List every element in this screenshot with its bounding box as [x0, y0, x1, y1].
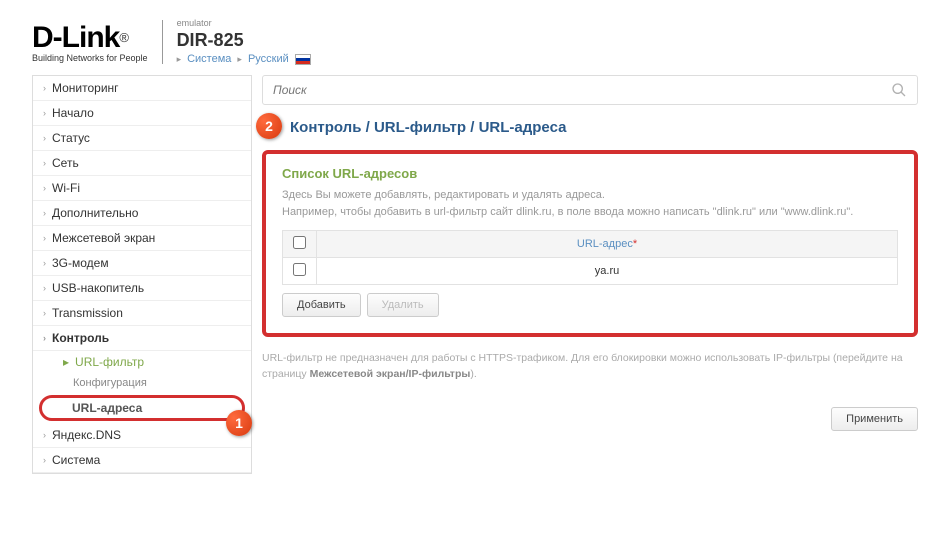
sidebar-sub-url-filter[interactable]: ▸URL-фильтр — [33, 351, 251, 373]
flag-ru-icon — [295, 54, 311, 65]
annotation-marker-1: 1 — [226, 410, 252, 436]
sidebar-item-firewall[interactable]: ›Межсетевой экран — [33, 226, 251, 251]
firewall-link[interactable]: Межсетевой экран/IP-фильтры — [310, 368, 471, 380]
url-cell: ya.ru — [317, 258, 898, 285]
chevron-icon: › — [43, 455, 46, 465]
model-block: emulator DIR-825 ▸ Система ▸ Русский — [177, 18, 311, 65]
select-all-checkbox[interactable] — [293, 236, 306, 249]
chevron-icon: › — [43, 283, 46, 293]
annotation-marker-2: 2 — [256, 113, 282, 139]
sidebar-item-start[interactable]: ›Начало — [33, 101, 251, 126]
panel-title: Список URL-адресов — [282, 166, 898, 181]
chevron-icon: › — [43, 233, 46, 243]
logo-reg: ® — [119, 30, 129, 45]
sidebar-item-3g[interactable]: ›3G-модем — [33, 251, 251, 276]
chevron-icon: › — [43, 258, 46, 268]
emulator-label: emulator — [177, 18, 311, 28]
sidebar-sub-url-addresses[interactable]: URL-адреса 1 — [39, 395, 245, 421]
add-button[interactable]: Добавить — [282, 293, 361, 317]
row-checkbox[interactable] — [293, 263, 306, 276]
header: D-Link® Building Networks for People emu… — [0, 0, 950, 75]
chevron-right-icon: ▸ — [177, 54, 182, 65]
language-link[interactable]: Русский — [248, 53, 289, 65]
url-list-panel: Список URL-адресов Здесь Вы можете добав… — [262, 150, 918, 337]
sidebar-item-advanced[interactable]: ›Дополнительно — [33, 201, 251, 226]
chevron-icon: › — [43, 158, 46, 168]
sidebar-item-network[interactable]: ›Сеть — [33, 151, 251, 176]
chevron-icon: › — [43, 108, 46, 118]
apply-button[interactable]: Применить — [831, 407, 918, 431]
sidebar-item-monitoring[interactable]: ›Мониторинг — [33, 76, 251, 101]
chevron-icon: › — [43, 83, 46, 93]
sidebar-item-control[interactable]: ›Контроль — [33, 326, 251, 351]
sidebar: ›Мониторинг ›Начало ›Статус ›Сеть ›Wi-Fi… — [32, 75, 252, 474]
url-column-header: URL-адрес — [577, 238, 633, 250]
chevron-icon: › — [43, 308, 46, 318]
https-note: URL-фильтр не предназначен для работы с … — [262, 351, 918, 383]
logo-text: D-Link — [32, 21, 119, 54]
url-table: URL-адрес* ya.ru — [282, 230, 898, 285]
chevron-icon: › — [43, 333, 46, 343]
chevron-icon: › — [43, 133, 46, 143]
chevron-icon: › — [43, 208, 46, 218]
sidebar-item-transmission[interactable]: ›Transmission — [33, 301, 251, 326]
chevron-icon: ▸ — [63, 355, 69, 369]
logo: D-Link® Building Networks for People — [32, 21, 148, 63]
sidebar-item-wifi[interactable]: ›Wi-Fi — [33, 176, 251, 201]
breadcrumb: 2 Контроль / URL-фильтр / URL-адреса — [262, 119, 918, 136]
sidebar-item-status[interactable]: ›Статус — [33, 126, 251, 151]
logo-tagline: Building Networks for People — [32, 53, 148, 63]
search-box[interactable] — [262, 75, 918, 105]
sidebar-item-yandex-dns[interactable]: ›Яндекс.DNS — [33, 423, 251, 448]
sidebar-sub-config[interactable]: Конфигурация — [33, 373, 251, 393]
sidebar-item-usb[interactable]: ›USB-накопитель — [33, 276, 251, 301]
chevron-right-icon: ▸ — [237, 54, 242, 65]
delete-button[interactable]: Удалить — [367, 293, 439, 317]
model-name: DIR-825 — [177, 30, 311, 51]
system-link[interactable]: Система — [187, 53, 231, 65]
panel-description: Здесь Вы можете добавлять, редактировать… — [282, 187, 898, 220]
search-input[interactable] — [273, 83, 891, 97]
search-icon — [891, 82, 907, 98]
main-content: 2 Контроль / URL-фильтр / URL-адреса Спи… — [262, 75, 918, 474]
divider — [162, 20, 163, 64]
sidebar-item-system[interactable]: ›Система — [33, 448, 251, 473]
table-row[interactable]: ya.ru — [283, 258, 898, 285]
chevron-icon: › — [43, 183, 46, 193]
chevron-icon: › — [43, 430, 46, 440]
